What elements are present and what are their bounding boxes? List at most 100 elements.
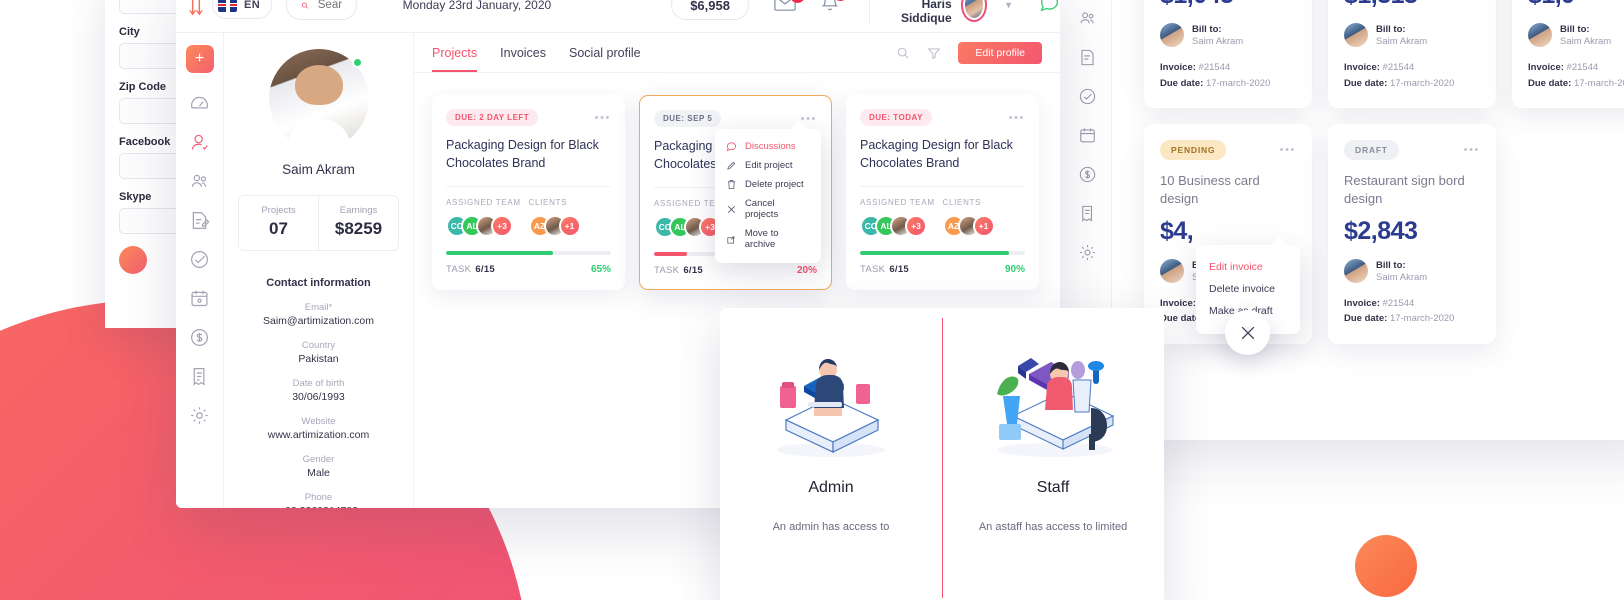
check-circle-icon[interactable] (1075, 83, 1101, 109)
invoice-card[interactable]: PAID ••• Menu card design for restaurant… (1512, 0, 1624, 108)
invoice-card[interactable]: DRAFT ••• Restaurant sign bord design $2… (1328, 123, 1496, 344)
menu-item-move-to-archive[interactable]: Move to archive (715, 224, 821, 254)
card-menu-icon[interactable]: ••• (595, 112, 611, 124)
project-card[interactable]: DUE: TODAY ••• Packaging Design for Blac… (846, 95, 1039, 290)
role-option-staff[interactable]: Staff An astaff has access to limited (942, 308, 1164, 600)
project-card[interactable]: DUE: 2 DAY LEFT ••• Packaging Design for… (432, 95, 625, 290)
stat-value: $8259 (334, 219, 383, 238)
notifications-button[interactable]: 10 (821, 0, 848, 17)
menu-item-edit-invoice[interactable]: Edit invoice (1196, 256, 1300, 278)
check-circle-icon[interactable] (187, 246, 213, 272)
speedometer-icon[interactable] (187, 90, 213, 116)
edit-profile-button[interactable]: Edit profile (958, 41, 1042, 64)
role-selection-modal: Admin An admin has access to Staff An as… (720, 308, 1164, 600)
invoice-no-label: Invoice: (1344, 298, 1380, 310)
bill-to-label: Bill to: (1192, 23, 1222, 35)
gear-icon[interactable] (187, 402, 213, 428)
project-card[interactable]: DUE: SEP 5 ••• Packaging Design for Blac… (639, 95, 832, 290)
menu-item-delete-project[interactable]: Delete project (715, 175, 821, 194)
bill-to-name: Saim Akram (1376, 271, 1428, 283)
search-input[interactable] (317, 0, 342, 11)
role-title: Admin (808, 479, 854, 496)
tab-projects[interactable]: Projects (432, 34, 478, 72)
chat-button[interactable] (1039, 0, 1060, 18)
card-menu-icon[interactable]: ••• (801, 113, 817, 125)
tab-invoices[interactable]: Invoices (500, 34, 546, 71)
invoice-icon[interactable] (1075, 200, 1101, 226)
task-count: 6/15 (683, 264, 704, 276)
edit-note-icon[interactable] (187, 207, 213, 233)
shuffle-arrows-icon[interactable] (186, 0, 206, 16)
bell-icon (821, 0, 839, 11)
edit-note-icon[interactable] (1075, 44, 1101, 70)
language-selector[interactable]: EN (212, 0, 273, 19)
calendar-icon[interactable] (1075, 122, 1101, 148)
dollar-circle-icon[interactable] (1075, 161, 1101, 187)
bill-to-name: Saim Akram (1192, 35, 1244, 47)
project-context-menu[interactable]: Discussions Edit project Delete project (715, 129, 821, 263)
avatar-more[interactable]: +3 (905, 214, 927, 237)
menu-item-delete-invoice[interactable]: Delete invoice (1196, 278, 1300, 300)
chevron-down-icon[interactable]: ▼ (1004, 0, 1013, 10)
invoice-icon[interactable] (187, 363, 213, 389)
avatar-more[interactable]: +3 (491, 214, 513, 237)
project-title: Packaging Design for Black Chocolates Br… (446, 138, 599, 170)
stat-label: Earnings (339, 205, 378, 216)
language-code: EN (244, 0, 261, 11)
tab-social-profile[interactable]: Social profile (569, 34, 641, 71)
form-avatar[interactable] (119, 246, 147, 274)
gear-icon[interactable] (1075, 239, 1101, 265)
invoice-title: 10 Business card design (1160, 172, 1260, 206)
comment-icon (726, 142, 737, 152)
menu-item-discussions[interactable]: Discussions (715, 137, 821, 156)
current-date: Monday 23rd January, 2020 (402, 0, 552, 12)
invoice-no-label: Invoice: (1160, 298, 1196, 310)
role-option-admin[interactable]: Admin An admin has access to (720, 308, 942, 600)
avatar-more[interactable]: +1 (972, 214, 995, 237)
avatar (1528, 23, 1552, 48)
field-value: 30/06/1993 (292, 391, 345, 403)
invoice-title: Restaurant sign bord design (1344, 172, 1465, 206)
dollar-circle-icon[interactable] (187, 324, 213, 350)
avatar (1160, 23, 1184, 48)
calendar-icon[interactable] (187, 285, 213, 311)
invoice-card[interactable]: PAID ••• Full payment for logo design $1… (1144, 0, 1312, 108)
bill-to-label: Bill to: (1376, 259, 1406, 271)
assigned-team-group: ASSIGNED TEAM CO AL +3 (860, 198, 943, 237)
add-button[interactable]: + (185, 45, 214, 73)
field-label: Phone (304, 492, 333, 503)
card-menu-icon[interactable]: ••• (1280, 144, 1296, 156)
invoice-card[interactable]: PAID ••• Branding design with all statio… (1328, 0, 1496, 108)
invoice-no-label: Invoice: (1528, 62, 1564, 74)
card-menu-icon[interactable]: ••• (1009, 112, 1025, 124)
messages-button[interactable]: 6 (774, 0, 805, 16)
background-blob-small (1355, 535, 1417, 597)
group-label: CLIENTS (528, 197, 568, 207)
due-badge: DUE: 2 DAY LEFT (446, 109, 539, 126)
user-menu[interactable]: WELCOME Haris Siddique ▼ (868, 0, 1013, 25)
contact-row-gender: Gender Male (238, 454, 399, 479)
search-bar[interactable] (286, 0, 357, 20)
menu-item-edit-project[interactable]: Edit project (715, 156, 821, 175)
contact-heading: Contact information (266, 277, 371, 289)
user-check-icon[interactable] (187, 129, 213, 155)
team-icon[interactable] (1075, 5, 1101, 31)
due-badge: DUE: SEP 5 (654, 110, 722, 127)
contact-row-phone: Phone +92 3360314703 (238, 492, 399, 508)
menu-item-cancel-projects[interactable]: Cancel projects (715, 194, 821, 224)
avatar-more[interactable]: +1 (558, 214, 581, 237)
task-count: 6/15 (889, 263, 910, 275)
group-label: CLIENTS (942, 197, 982, 207)
task-label: TASK (446, 263, 472, 275)
due-date-value: 17-march-2020 (1205, 77, 1271, 89)
team-icon[interactable] (187, 168, 213, 194)
due-badge: DUE: TODAY (860, 109, 932, 126)
balance-badge[interactable]: $6,958 (671, 0, 749, 20)
close-x-icon (727, 205, 735, 213)
archive-icon (727, 235, 735, 243)
card-menu-icon[interactable]: ••• (1464, 144, 1480, 156)
search-icon (898, 47, 910, 59)
due-date-label: Due date: (1344, 77, 1388, 89)
avatar[interactable] (960, 0, 988, 22)
close-button[interactable] (1225, 310, 1270, 355)
